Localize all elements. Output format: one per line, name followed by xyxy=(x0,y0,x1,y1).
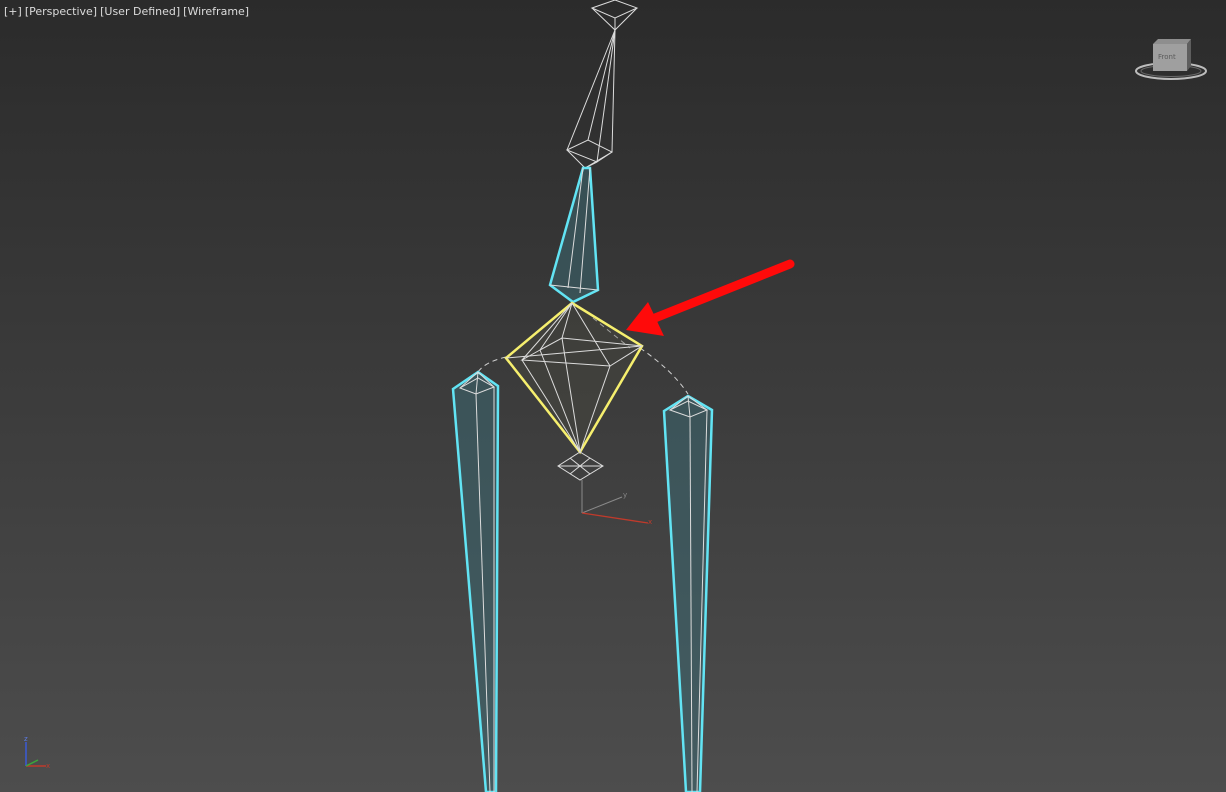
tripod-x-label: x xyxy=(46,762,50,770)
viewport-shading-menu[interactable]: [Wireframe] xyxy=(183,5,249,18)
viewport-user-defined-menu[interactable]: [User Defined] xyxy=(100,5,180,18)
viewport-general-menu[interactable]: [+] xyxy=(4,5,22,18)
pivot-gizmo: y x xyxy=(581,480,652,526)
annotation-arrow xyxy=(626,259,795,336)
viewport-label-menu: [+] [Perspective] [User Defined] [Wireframe… xyxy=(4,5,252,18)
pivot-y-label: y xyxy=(623,491,627,499)
viewcube-face-label: Front xyxy=(1158,53,1176,61)
neck-bone[interactable] xyxy=(565,29,616,169)
viewport-point-of-view-menu[interactable]: [Perspective] xyxy=(25,5,97,18)
left-thigh-bone[interactable] xyxy=(451,370,500,792)
center-of-mass[interactable] xyxy=(557,451,604,481)
head-bone[interactable] xyxy=(590,0,639,31)
viewcube[interactable]: Front xyxy=(1135,39,1207,80)
viewport-canvas[interactable]: y x Front z x xyxy=(0,0,1226,792)
spine-bone[interactable] xyxy=(548,166,600,304)
world-axis-tripod: z x xyxy=(24,735,50,770)
pivot-x-label: x xyxy=(648,518,652,526)
pelvis-bone-selected[interactable] xyxy=(504,301,644,455)
tripod-z-label: z xyxy=(24,735,28,743)
right-thigh-bone[interactable] xyxy=(662,394,714,792)
